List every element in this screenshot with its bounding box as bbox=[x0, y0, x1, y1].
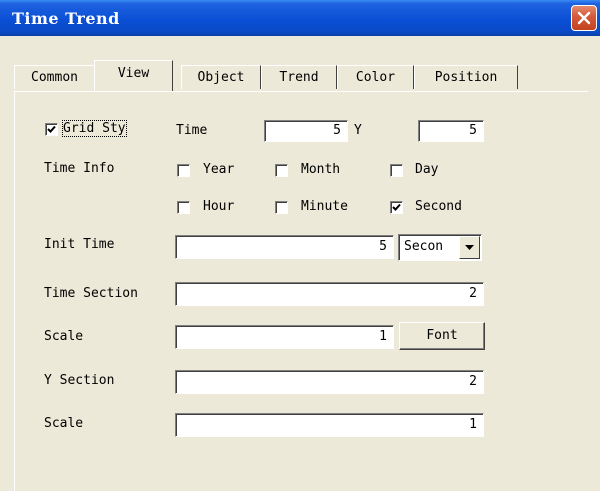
grid-time-input[interactable]: 5 bbox=[264, 120, 348, 142]
tab-position-label: Position bbox=[434, 70, 498, 85]
tab-object[interactable]: Object bbox=[181, 65, 261, 89]
day-label: Day bbox=[415, 162, 439, 177]
tab-object-label: Object bbox=[197, 70, 245, 85]
y-section-input[interactable]: 2 bbox=[175, 370, 484, 394]
init-time-label: Init Time bbox=[44, 237, 115, 252]
font-button[interactable]: Font bbox=[399, 322, 485, 350]
init-time-unit-select[interactable]: Secon bbox=[398, 234, 482, 261]
tab-trend-label: Trend bbox=[279, 70, 319, 85]
init-time-unit-value: Secon bbox=[404, 239, 444, 254]
y-section-label: Y Section bbox=[44, 373, 115, 388]
y-scale-input[interactable]: 1 bbox=[175, 413, 484, 437]
close-icon bbox=[577, 11, 591, 25]
tab-trend[interactable]: Trend bbox=[261, 65, 337, 89]
grid-y-label: Y bbox=[354, 123, 362, 138]
window-title: Time Trend bbox=[12, 9, 120, 28]
minute-checkbox[interactable] bbox=[275, 201, 288, 214]
tab-common[interactable]: Common bbox=[14, 65, 95, 89]
hour-label: Hour bbox=[203, 199, 235, 214]
grid-time-label: Time bbox=[176, 123, 208, 138]
close-button[interactable] bbox=[571, 5, 597, 31]
second-checkbox[interactable] bbox=[390, 201, 403, 214]
day-checkbox[interactable] bbox=[390, 164, 403, 177]
year-checkbox[interactable] bbox=[177, 164, 190, 177]
year-label: Year bbox=[203, 162, 235, 177]
tab-color[interactable]: Color bbox=[337, 65, 414, 89]
tab-view[interactable]: View bbox=[94, 60, 173, 91]
grid-style-label[interactable]: Grid Sty bbox=[62, 120, 127, 137]
tab-position[interactable]: Position bbox=[414, 65, 518, 89]
time-info-label: Time Info bbox=[44, 161, 115, 176]
checkmark-icon bbox=[392, 203, 401, 211]
grid-style-checkbox[interactable] bbox=[45, 123, 58, 136]
init-time-input[interactable]: 5 bbox=[175, 235, 394, 259]
grid-y-input[interactable]: 5 bbox=[418, 120, 484, 142]
hour-checkbox[interactable] bbox=[177, 201, 190, 214]
tab-color-label: Color bbox=[355, 70, 396, 85]
dialog-window: Time Trend Common View Object Trend Colo… bbox=[0, 0, 600, 491]
dropdown-arrow-button[interactable] bbox=[459, 236, 480, 259]
second-label: Second bbox=[415, 199, 462, 214]
month-checkbox[interactable] bbox=[275, 164, 288, 177]
title-bar[interactable]: Time Trend bbox=[0, 0, 600, 36]
month-label: Month bbox=[301, 162, 341, 177]
time-section-label: Time Section bbox=[44, 286, 138, 301]
tab-common-label: Common bbox=[31, 70, 78, 85]
tab-view-label: View bbox=[117, 66, 150, 81]
y-scale-label: Scale bbox=[44, 416, 84, 431]
time-section-input[interactable]: 2 bbox=[175, 282, 484, 306]
time-scale-input[interactable]: 1 bbox=[175, 325, 394, 349]
time-scale-label: Scale bbox=[44, 329, 84, 344]
checkmark-icon bbox=[47, 125, 56, 133]
minute-label: Minute bbox=[301, 199, 348, 214]
chevron-down-icon bbox=[465, 245, 474, 250]
